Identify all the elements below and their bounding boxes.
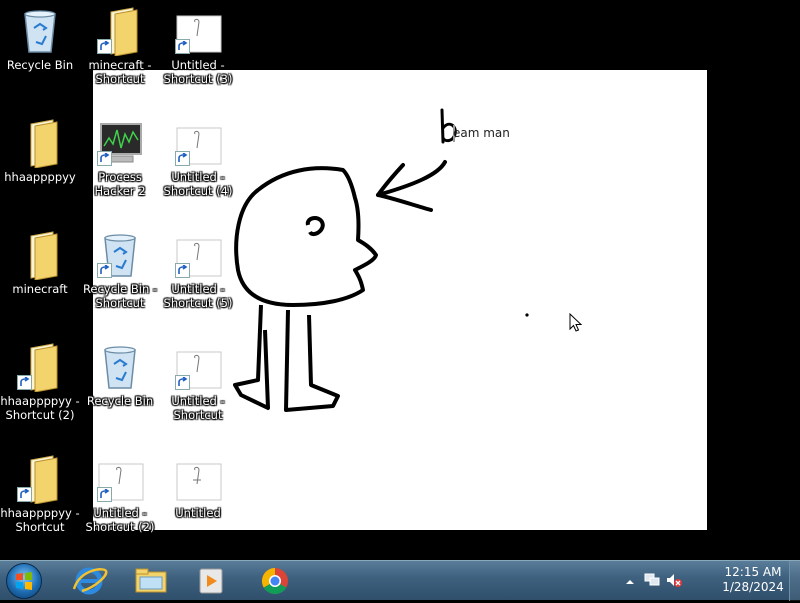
network-icon [644, 573, 660, 586]
folder-icon [15, 230, 65, 281]
desktop-icon-process-hacker[interactable]: Process Hacker 2 [80, 118, 160, 218]
shortcut-arrow-icon [97, 487, 112, 502]
internet-explorer-icon [72, 567, 108, 595]
image-shortcut-icon [95, 454, 145, 504]
desktop-icon-untitled[interactable]: Untitled [158, 454, 238, 554]
image-shortcut-icon [173, 6, 223, 56]
shortcut-arrow-icon [97, 151, 112, 166]
desktop[interactable]: eam man Recycle Bin minecraft - Shortcut [0, 0, 800, 560]
icon-label: Recycle Bin [6, 58, 74, 72]
desktop-icon-recycle-bin[interactable]: Recycle Bin [0, 6, 80, 106]
shortcut-arrow-icon [175, 39, 190, 54]
taskbar-windows-explorer[interactable] [128, 563, 174, 599]
system-tray: 12:15 AM 1/28/2024 [616, 561, 786, 601]
icon-label: Untitled - Shortcut (3) [163, 58, 233, 86]
desktop-icon-untitled-shortcut-2[interactable]: Untitled - Shortcut (2) [80, 454, 160, 554]
wallpaper-caption: eam man [453, 126, 510, 140]
folder-shortcut-icon [15, 454, 65, 505]
recycle-bin-icon [95, 342, 145, 392]
shortcut-arrow-icon [175, 375, 190, 390]
desktop-icon-recycle-bin-2[interactable]: Recycle Bin [80, 342, 160, 442]
mouse-cursor-icon [569, 313, 583, 332]
taskbar-chrome[interactable] [252, 563, 298, 599]
desktop-icon-minecraft-shortcut[interactable]: minecraft - Shortcut [80, 6, 160, 106]
taskbar: 12:15 AM 1/28/2024 [0, 560, 800, 601]
desktop-icon-untitled-shortcut-3[interactable]: Untitled - Shortcut (3) [158, 6, 238, 106]
shortcut-arrow-icon [17, 375, 32, 390]
desktop-icon-recycle-bin-shortcut[interactable]: Recycle Bin - Shortcut [80, 230, 160, 330]
icon-label: Untitled - Shortcut (2) [85, 506, 155, 534]
process-hacker-icon [95, 118, 145, 168]
shortcut-arrow-icon [175, 151, 190, 166]
desktop-icon-hhaappppyy-shortcut[interactable]: hhaappppyy - Shortcut [0, 454, 80, 554]
shortcut-arrow-icon [97, 39, 112, 54]
icon-label: minecraft [12, 282, 68, 296]
network-tray-button[interactable] [644, 572, 660, 592]
image-shortcut-icon [173, 118, 223, 168]
taskbar-clock[interactable]: 12:15 AM 1/28/2024 [720, 565, 786, 595]
image-shortcut-icon [173, 230, 223, 280]
icon-label: Untitled [175, 506, 221, 520]
icon-label: minecraft - Shortcut [88, 58, 152, 86]
desktop-icon-hhaappppyy-shortcut-2[interactable]: hhaappppyy - Shortcut (2) [0, 342, 80, 442]
chevron-up-icon [626, 580, 634, 584]
image-shortcut-icon [173, 342, 223, 392]
show-desktop-button[interactable] [789, 561, 800, 601]
icon-label: Untitled - Shortcut (5) [163, 282, 233, 310]
shortcut-arrow-icon [175, 263, 190, 278]
icon-label: hhaappppyy - Shortcut [0, 506, 80, 534]
media-player-icon [199, 568, 223, 594]
icon-label: Untitled - Shortcut (4) [163, 170, 233, 198]
taskbar-internet-explorer[interactable] [66, 563, 112, 599]
icon-label: hhaappppyy [4, 170, 76, 184]
start-button[interactable] [6, 563, 42, 599]
shortcut-arrow-icon [17, 487, 32, 502]
desktop-icon-untitled-shortcut[interactable]: Untitled - Shortcut [158, 342, 238, 442]
icon-label: Recycle Bin - Shortcut [82, 282, 158, 310]
folder-icon [15, 118, 65, 169]
recycle-bin-icon [15, 6, 65, 56]
recycle-bin-shortcut-icon [95, 230, 145, 280]
taskbar-media-player[interactable] [188, 563, 234, 599]
folder-shortcut-icon [15, 342, 65, 393]
desktop-icon-hhaappppyy[interactable]: hhaappppyy [0, 118, 80, 218]
folder-shortcut-icon [95, 6, 145, 57]
clock-time: 12:15 AM [724, 565, 782, 579]
volume-tray-button[interactable] [666, 572, 682, 592]
desktop-icon-untitled-shortcut-4[interactable]: Untitled - Shortcut (4) [158, 118, 238, 218]
icon-label: Untitled - Shortcut [171, 394, 225, 422]
windows-logo-icon [16, 572, 32, 590]
windows-explorer-icon [135, 568, 167, 593]
volume-muted-icon [667, 574, 682, 587]
chrome-icon [261, 567, 288, 595]
icon-label: Recycle Bin [86, 394, 154, 408]
shortcut-arrow-icon [97, 263, 112, 278]
clock-date: 1/28/2024 [722, 580, 784, 594]
image-icon [173, 454, 223, 504]
desktop-icon-minecraft[interactable]: minecraft [0, 230, 80, 330]
icon-label: Process Hacker 2 [94, 170, 146, 198]
desktop-icon-untitled-shortcut-5[interactable]: Untitled - Shortcut (5) [158, 230, 238, 330]
icon-label: hhaappppyy - Shortcut (2) [0, 394, 80, 422]
show-hidden-icons-button[interactable] [624, 573, 636, 592]
